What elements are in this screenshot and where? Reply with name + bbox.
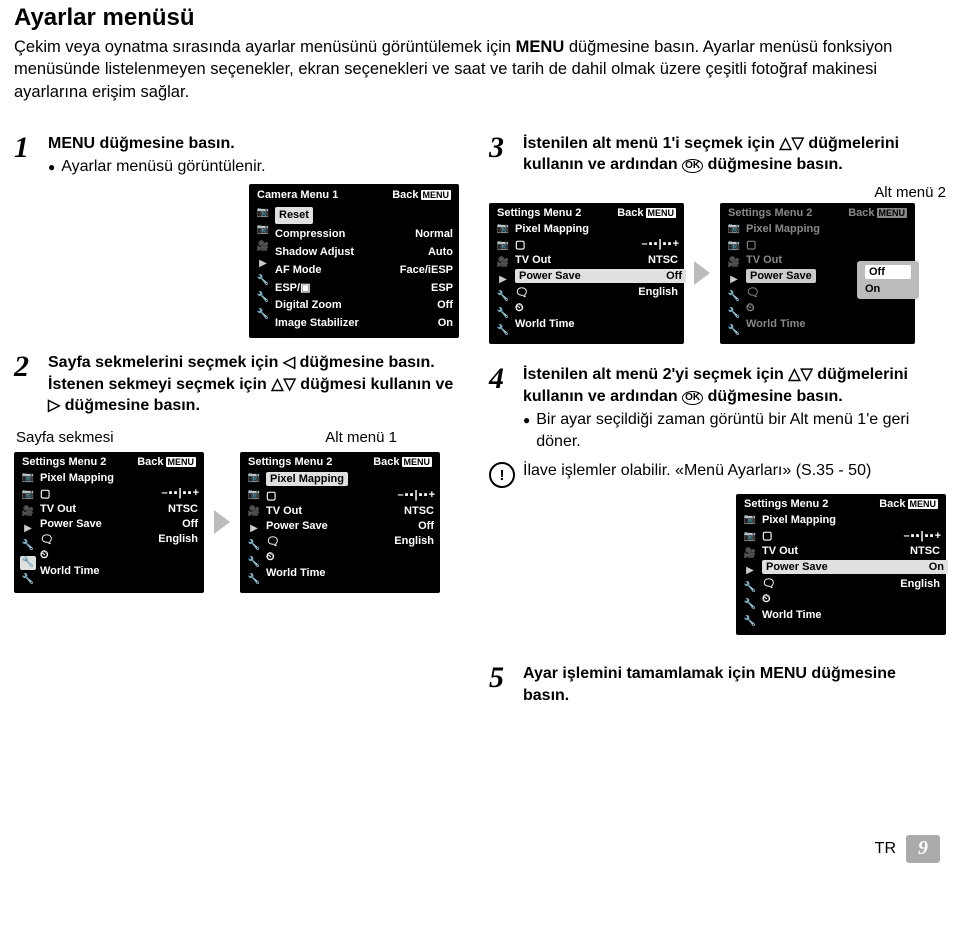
step-number: 2 (14, 352, 38, 382)
tab-icon: 📷 (255, 206, 271, 220)
tab-icon: 📷 (20, 488, 36, 502)
note-text: İlave işlemler olabilir. «Menü Ayarları»… (523, 462, 871, 480)
settings-panel-final: Settings Menu 2 BackMENU 📷📷🎥▶🔧🔧🔧 Pixel M… (736, 494, 946, 635)
settings-panel-a: Settings Menu 2 BackMENU 📷 📷 🎥 ▶ 🔧 🔧 🔧 (14, 452, 204, 593)
panel-title: Camera Menu 1 (257, 188, 338, 203)
step-4: 4 İstenilen alt menü 2'yi seçmek için △▽… (489, 364, 946, 452)
caption-alt1: Alt menü 1 (325, 429, 397, 446)
caption-alt2: Alt menü 2 (489, 184, 946, 201)
tab-icon: 🔧 (20, 573, 36, 587)
step-5-text: Ayar işlemini tamamlamak için MENU düğme… (523, 665, 896, 704)
step-3-text: İstenilen alt menü 1'i seçmek için △▽ dü… (523, 135, 899, 174)
step-number: 3 (489, 133, 513, 163)
step-5: 5 Ayar işlemini tamamlamak için MENU düğ… (489, 663, 946, 706)
camera-menu-panel: Camera Menu 1 BackMENU 📷 📷 🎥 ▶ 🔧 (249, 184, 459, 338)
step-3: 3 İstenilen alt menü 1'i seçmek için △▽ … (489, 133, 946, 176)
arrow-right-icon (694, 261, 710, 285)
tab-icon-selected: 🔧 (20, 556, 36, 570)
settings-panel-b: Settings Menu 2 BackMENU 📷📷🎥▶🔧🔧🔧 Pixel M… (240, 452, 440, 593)
step-1-head: MENU düğmesine basın. (48, 133, 459, 155)
tab-icon: 📷 (255, 223, 271, 237)
tab-icon: 🔧 (20, 539, 36, 553)
caption-page-tab: Sayfa sekmesi (16, 429, 114, 446)
step-4-text: İstenilen alt menü 2'yi seçmek için △▽ d… (523, 366, 908, 405)
menu-row: Reset (275, 206, 453, 225)
step-number: 1 (14, 133, 38, 163)
footer-page-number: 9 (906, 835, 940, 863)
tab-icon: 🔧 (255, 274, 271, 288)
arrow-right-icon (214, 510, 230, 534)
menu-row: Image StabilizerOn (275, 315, 453, 332)
back-label: BackMENU (392, 188, 451, 203)
tab-icon: 📷 (20, 471, 36, 485)
step-2-text: Sayfa sekmelerini seçmek için ◁ düğmesin… (48, 354, 453, 414)
warning-icon: ! (489, 462, 515, 488)
tab-icon: 🎥 (255, 240, 271, 254)
popup-option-off: Off (865, 265, 911, 279)
footer-lang: TR (875, 840, 896, 858)
page-footer: TR 9 (14, 835, 946, 863)
step-1: 1 MENU düğmesine basın. ●Ayarlar menüsü … (14, 133, 459, 338)
step-number: 4 (489, 364, 513, 394)
section-title: Ayarlar menüsü (14, 4, 946, 32)
tab-icon: 🎥 (20, 505, 36, 519)
menu-row: AF ModeFace/iESP (275, 262, 453, 279)
step3-panels: Settings Menu 2 BackMENU 📷📷🎥▶🔧🔧🔧 Pixel M… (489, 203, 946, 344)
tab-icon: 🔧 (255, 308, 271, 322)
tab-icon: ▶ (255, 257, 271, 271)
step-2: 2 Sayfa sekmelerini seçmek için ◁ düğmes… (14, 352, 459, 417)
step-1-bullet: Ayarlar menüsü görüntülenir. (61, 156, 265, 178)
menu-row: Shadow AdjustAuto (275, 244, 453, 261)
menu-row: ESP/▣ESP (275, 280, 453, 297)
submenu2-popup: Off On (857, 261, 919, 299)
intro-text: Çekim veya oynatma sırasında ayarlar men… (14, 36, 934, 103)
tab-icon: 🔧 (255, 291, 271, 305)
tab-icon: ▶ (20, 522, 36, 536)
step-number: 5 (489, 663, 513, 693)
popup-option-on: On (865, 283, 911, 295)
step2-panels: Settings Menu 2 BackMENU 📷 📷 🎥 ▶ 🔧 🔧 🔧 (14, 452, 459, 593)
menu-row: Digital ZoomOff (275, 297, 453, 314)
menu-row: CompressionNormal (275, 226, 453, 243)
settings-panel-c: Settings Menu 2 BackMENU 📷📷🎥▶🔧🔧🔧 Pixel M… (489, 203, 684, 344)
step-4-bullet: Bir ayar seçildiği zaman görüntü bir Alt… (536, 409, 946, 452)
note: ! İlave işlemler olabilir. «Menü Ayarlar… (489, 462, 946, 488)
